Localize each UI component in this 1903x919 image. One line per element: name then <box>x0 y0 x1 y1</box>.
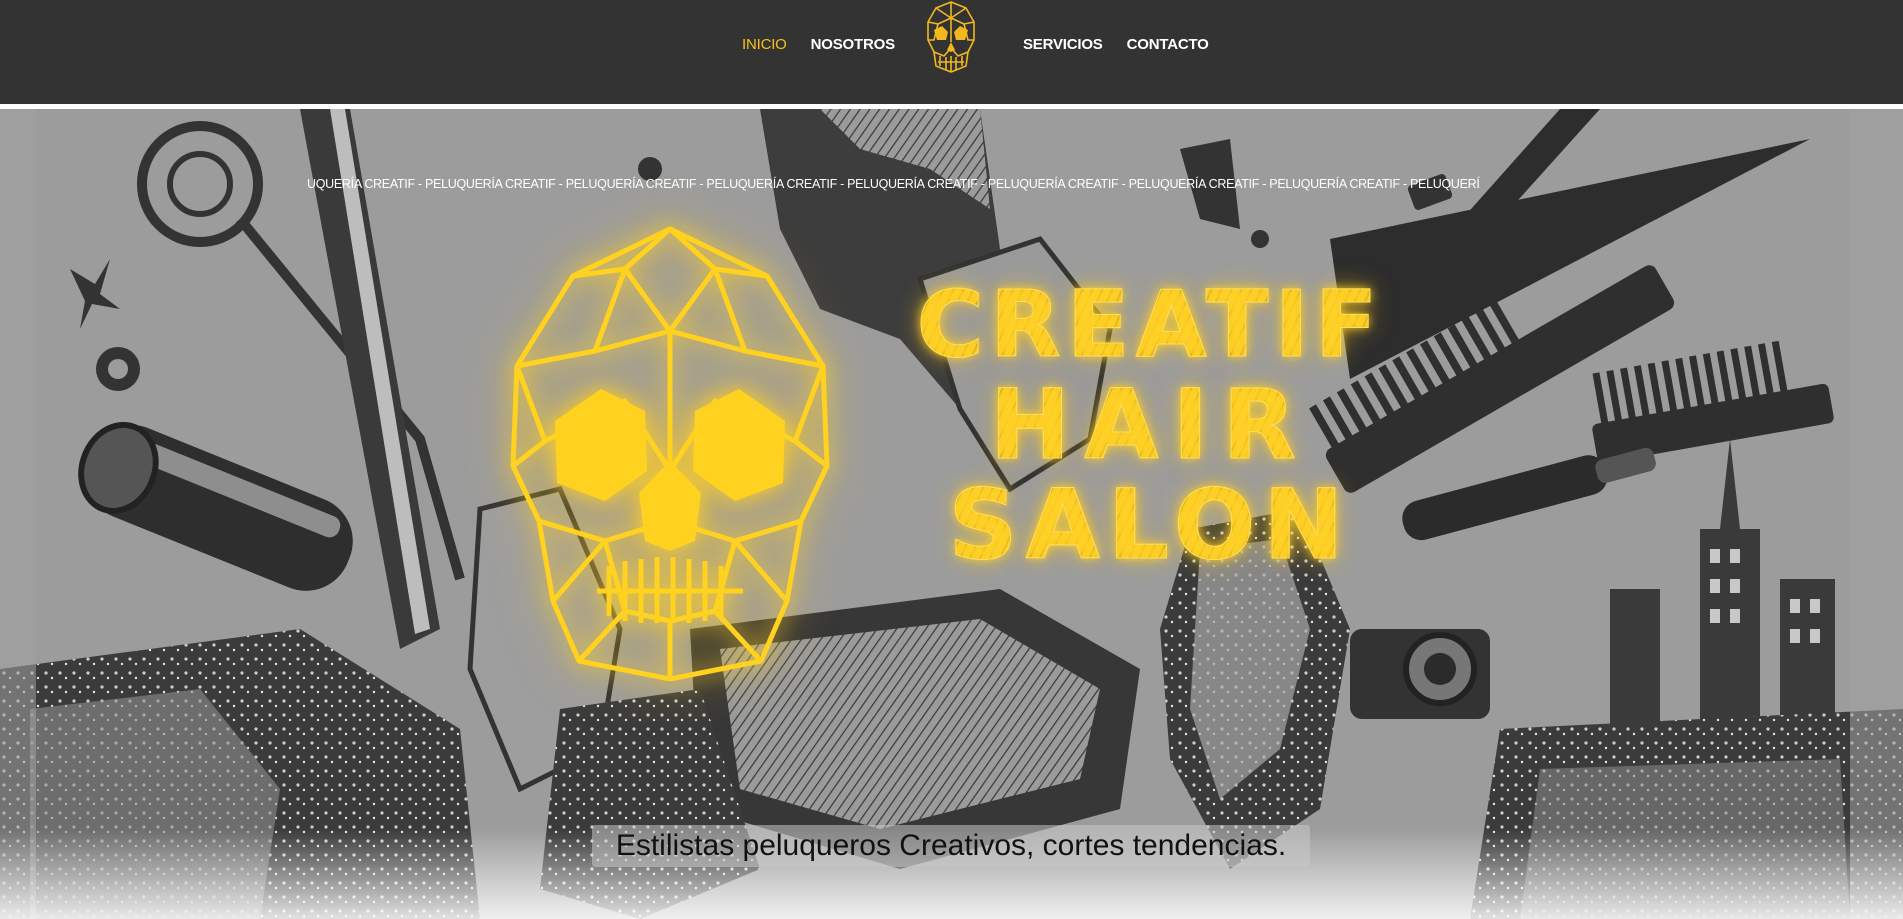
brand-line-salon: SALON <box>880 477 1420 574</box>
brand-line-hair: HAIR <box>880 377 1420 474</box>
skull-emblem-icon <box>505 221 835 682</box>
nav-link-contacto[interactable]: CONTACTO <box>1127 36 1209 53</box>
top-navbar: INICIO NOSOTROS SERVICIOS CONTACTO <box>0 0 1903 104</box>
marquee-banner: UQUERÍA CREATIF - PELUQUERÍA CREATIF - P… <box>307 175 1480 191</box>
brand-line-creatif: CREATIF <box>880 278 1420 371</box>
nav-left-group: INICIO NOSOTROS <box>742 36 895 53</box>
skull-logo-icon[interactable] <box>924 0 978 76</box>
nav-link-servicios[interactable]: SERVICIOS <box>1023 36 1103 53</box>
nav-link-inicio[interactable]: INICIO <box>742 36 787 53</box>
marquee-text: UQUERÍA CREATIF - PELUQUERÍA CREATIF - P… <box>307 177 1480 191</box>
nav-right-group: SERVICIOS CONTACTO <box>1023 36 1209 53</box>
nav-link-nosotros[interactable]: NOSOTROS <box>811 36 895 53</box>
hero-tagline: Estilistas peluqueros Creativos, cortes … <box>592 825 1310 867</box>
brand-wordmark: CREATIF HAIR SALON <box>880 278 1420 574</box>
hero-section: UQUERÍA CREATIF - PELUQUERÍA CREATIF - P… <box>0 109 1903 919</box>
